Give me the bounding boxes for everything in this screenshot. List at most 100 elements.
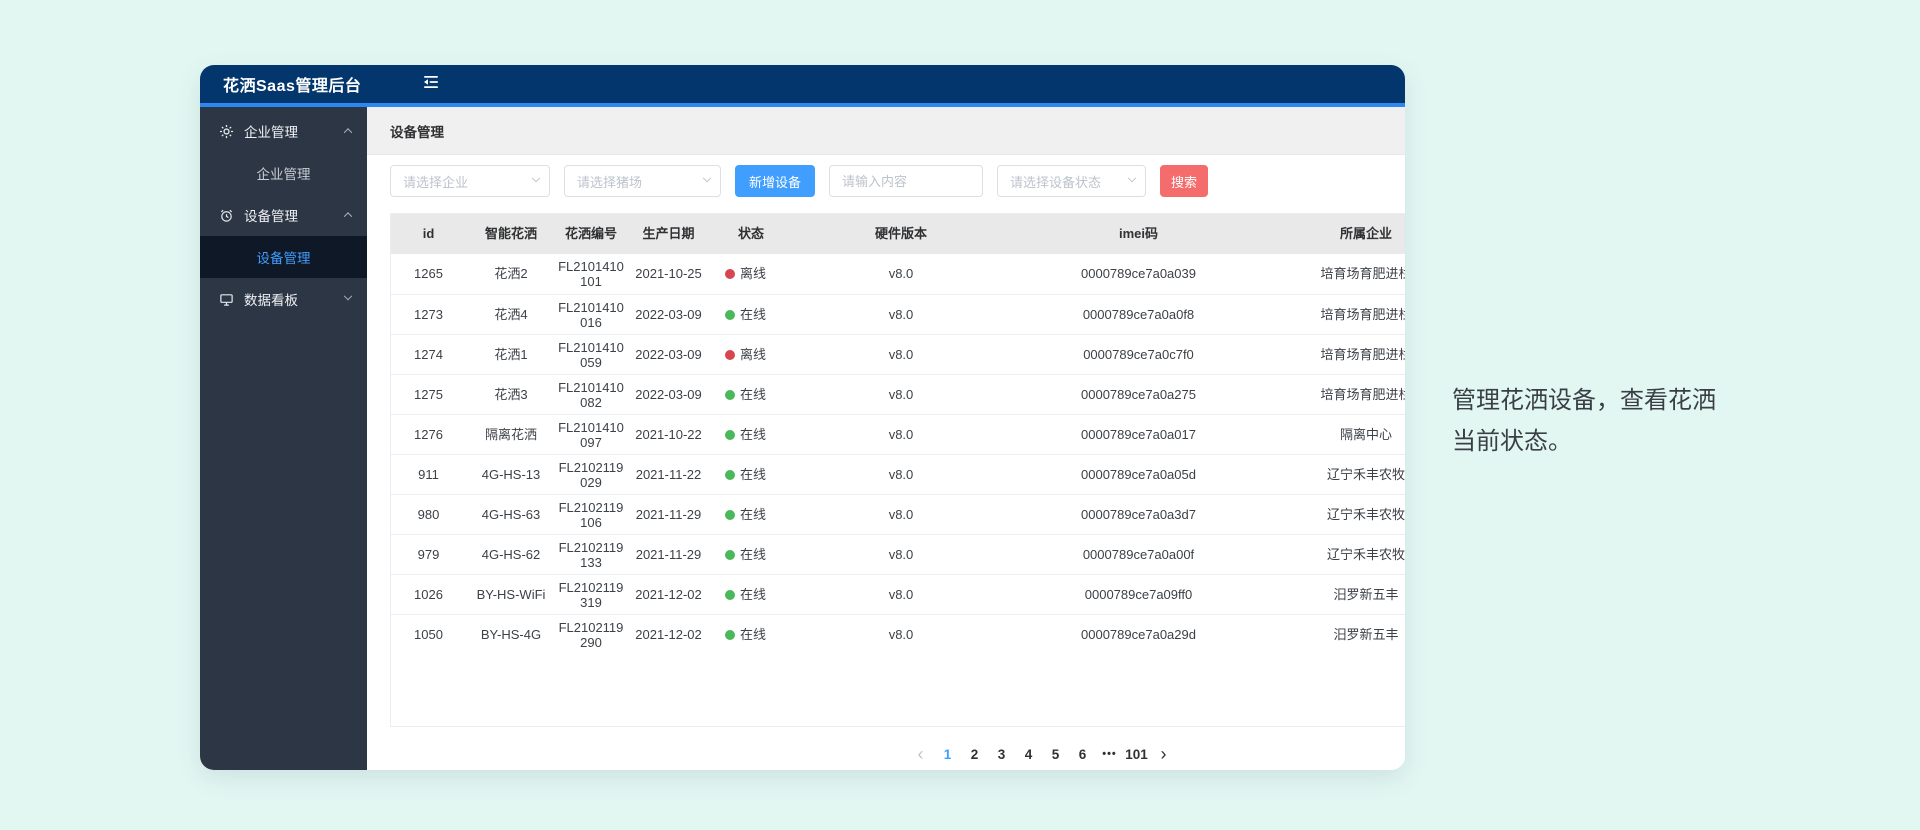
select-placeholder: 请选择猪场 <box>577 172 642 191</box>
chevron-up-icon <box>344 212 352 220</box>
status-dot-icon <box>725 269 735 279</box>
enterprise-select[interactable]: 请选择企业 <box>390 165 550 197</box>
pagination-next-button[interactable]: › <box>1150 740 1177 768</box>
column-header-id: id <box>391 226 466 242</box>
alarm-clock-icon <box>219 208 234 223</box>
cell-status: 在线 <box>711 627 791 643</box>
sidebar-fold-button[interactable] <box>421 72 441 97</box>
sidebar-item-label: 数据看板 <box>244 289 345 309</box>
pagination-page-button[interactable]: 3 <box>988 740 1015 768</box>
table-row: 1275花洒3FL21014100822022-03-09在线v8.000007… <box>391 374 1405 414</box>
cell-status: 在线 <box>711 307 791 323</box>
table-body: 1265花洒2FL21014101012021-10-25离线v8.000007… <box>391 254 1405 654</box>
device-table: id 智能花洒 花洒编号 生产日期 状态 硬件版本 imei码 所属企业 126… <box>390 213 1405 727</box>
cell-date: 2022-03-09 <box>626 347 711 363</box>
app-window: 花洒Saas管理后台 <box>200 65 1405 770</box>
code-line-2: 290 <box>556 635 626 650</box>
cell-name: 花洒2 <box>466 266 556 282</box>
cell-imei: 0000789ce7a0a0f8 <box>1011 307 1266 323</box>
page-background: 花洒Saas管理后台 <box>0 0 1920 830</box>
search-button[interactable]: 搜索 <box>1160 165 1208 197</box>
code-line-2: 016 <box>556 315 626 330</box>
column-header-date: 生产日期 <box>626 226 711 242</box>
cell-enterprise: 培育场育肥进栏 <box>1266 387 1405 403</box>
pagination-prev-button[interactable]: ‹ <box>907 740 934 768</box>
cell-name: 4G-HS-13 <box>466 467 556 483</box>
pagination-page-button[interactable]: 101 <box>1123 740 1150 768</box>
cell-status: 在线 <box>711 387 791 403</box>
pagination-page-button[interactable]: 2 <box>961 740 988 768</box>
farm-select[interactable]: 请选择猪场 <box>564 165 721 197</box>
sidebar-item-enterprise-management[interactable]: 企业管理 <box>200 110 367 152</box>
chevron-down-icon <box>344 292 352 300</box>
cell-enterprise: 辽宁禾丰农牧 <box>1266 507 1405 523</box>
cell-hardware: v8.0 <box>791 387 1011 403</box>
code-line-1: FL2102119 <box>556 500 626 515</box>
status-dot-icon <box>725 630 735 640</box>
column-header-enterprise: 所属企业 <box>1266 226 1405 242</box>
column-header-status: 状态 <box>711 226 791 242</box>
content-input[interactable] <box>829 165 983 197</box>
breadcrumb: 设备管理 <box>367 107 1405 155</box>
cell-status: 离线 <box>711 266 791 282</box>
cell-code: FL2101410097 <box>556 420 626 450</box>
cell-status: 在线 <box>711 507 791 523</box>
table-row: 1050BY-HS-4GFL21021192902021-12-02在线v8.0… <box>391 614 1405 654</box>
status-label: 在线 <box>740 547 766 563</box>
sidebar-item-data-dashboard[interactable]: 数据看板 <box>200 278 367 320</box>
pagination-page-button[interactable]: 6 <box>1069 740 1096 768</box>
sidebar-subitem-enterprise-management[interactable]: 企业管理 <box>200 152 367 194</box>
cell-date: 2022-03-09 <box>626 307 711 323</box>
sidebar-subitem-device-management[interactable]: 设备管理 <box>200 236 367 278</box>
cell-enterprise: 培育场育肥进栏 <box>1266 307 1405 323</box>
status-dot-icon <box>725 430 735 440</box>
table-row: 1274花洒1FL21014100592022-03-09离线v8.000007… <box>391 334 1405 374</box>
cell-date: 2021-12-02 <box>626 587 711 603</box>
status-dot-icon <box>725 590 735 600</box>
sidebar-subitem-label: 企业管理 <box>257 163 311 183</box>
status-dot-icon <box>725 550 735 560</box>
cell-date: 2021-11-29 <box>626 547 711 563</box>
pagination-page-button[interactable]: 4 <box>1015 740 1042 768</box>
device-status-select[interactable]: 请选择设备状态 <box>997 165 1146 197</box>
sidebar-item-device-management[interactable]: 设备管理 <box>200 194 367 236</box>
status-dot-icon <box>725 510 735 520</box>
sidebar-item-label: 企业管理 <box>244 121 345 141</box>
pagination-page-button[interactable]: 1 <box>934 740 961 768</box>
cell-imei: 0000789ce7a09ff0 <box>1011 587 1266 603</box>
cell-hardware: v8.0 <box>791 347 1011 363</box>
cell-status: 离线 <box>711 347 791 363</box>
code-line-2: 319 <box>556 595 626 610</box>
cell-id: 979 <box>391 547 466 563</box>
column-header-name: 智能花洒 <box>466 226 556 242</box>
pagination-page-button[interactable]: 5 <box>1042 740 1069 768</box>
app-title: 花洒Saas管理后台 <box>200 72 361 96</box>
cell-name: 4G-HS-63 <box>466 507 556 523</box>
cell-code: FL2101410082 <box>556 380 626 410</box>
cell-id: 980 <box>391 507 466 523</box>
pagination-more-button[interactable]: ••• <box>1096 740 1123 768</box>
cell-date: 2021-12-02 <box>626 627 711 643</box>
code-line-1: FL2101410 <box>556 380 626 395</box>
chevron-down-icon <box>1128 174 1136 182</box>
pagination-pages: 123456•••101 <box>934 740 1150 768</box>
sidebar-item-label: 设备管理 <box>244 205 345 225</box>
cell-enterprise: 汨罗新五丰 <box>1266 627 1405 643</box>
cell-id: 1050 <box>391 627 466 643</box>
chevron-down-icon <box>532 174 540 182</box>
add-device-button[interactable]: 新增设备 <box>735 165 815 197</box>
cell-status: 在线 <box>711 547 791 563</box>
cell-id: 1276 <box>391 427 466 443</box>
code-line-2: 133 <box>556 555 626 570</box>
cell-hardware: v8.0 <box>791 547 1011 563</box>
status-label: 在线 <box>740 307 766 323</box>
sidebar-subitem-label: 设备管理 <box>257 247 311 267</box>
filter-toolbar: 请选择企业 请选择猪场 新增设备 请选择设备状态 搜索 <box>390 165 1405 197</box>
cell-hardware: v8.0 <box>791 307 1011 323</box>
code-line-1: FL2101410 <box>556 259 626 274</box>
cell-id: 1273 <box>391 307 466 323</box>
cell-enterprise: 辽宁禾丰农牧 <box>1266 547 1405 563</box>
status-dot-icon <box>725 350 735 360</box>
fold-menu-icon <box>421 72 441 97</box>
code-line-2: 082 <box>556 395 626 410</box>
